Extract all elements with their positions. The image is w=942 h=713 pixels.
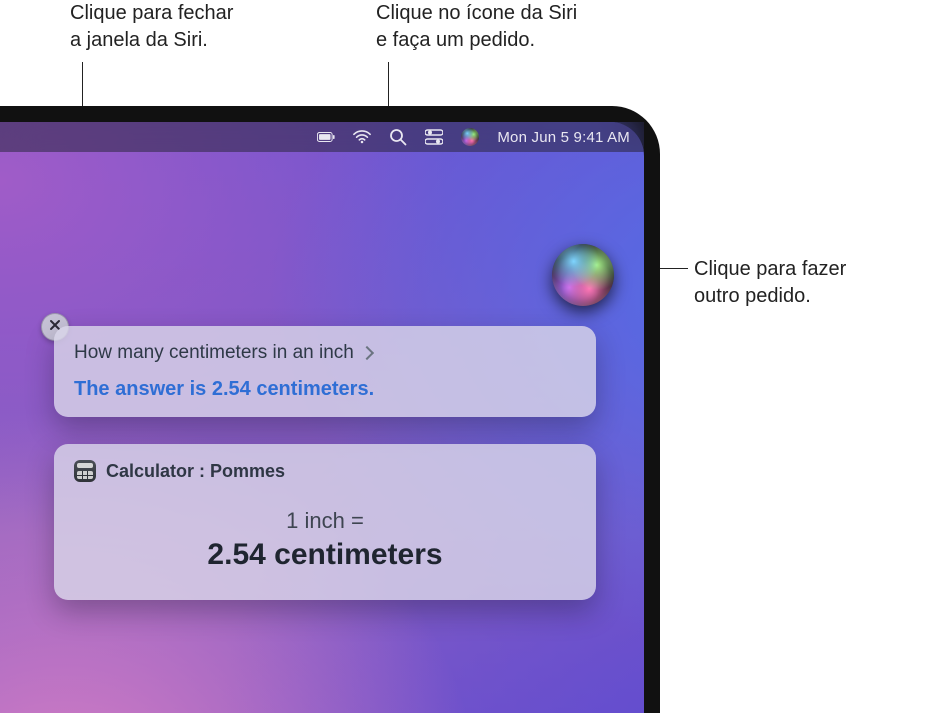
control-center-icon[interactable] [425, 128, 443, 146]
callout-close: Clique para fechar a janela da Siri. [70, 0, 233, 54]
menubar-clock[interactable]: Mon Jun 5 9:41 AM [497, 129, 630, 146]
calculator-line1: 1 inch = [74, 508, 576, 534]
calculator-icon [74, 460, 96, 482]
siri-orb-button[interactable] [552, 244, 614, 306]
callout-menubar-siri: Clique no ícone da Siri e faça um pedido… [376, 0, 577, 54]
callout-orb: Clique para fazer outro pedido. [694, 256, 846, 310]
menubar: Mon Jun 5 9:41 AM [0, 122, 644, 152]
calculator-card: Calculator : Pommes 1 inch = 2.54 centim… [54, 444, 596, 600]
siri-result-card: How many centimeters in an inch The answ… [54, 326, 596, 417]
battery-icon[interactable] [317, 128, 335, 146]
desktop-screen: Mon Jun 5 9:41 AM How many centimeters i… [0, 122, 644, 713]
calculator-title: Calculator : Pommes [106, 461, 285, 482]
search-icon[interactable] [389, 128, 407, 146]
device-frame: Mon Jun 5 9:41 AM How many centimeters i… [0, 106, 660, 713]
siri-icon[interactable] [461, 128, 479, 146]
siri-query-text: How many centimeters in an inch [74, 342, 354, 364]
calculator-header: Calculator : Pommes [74, 460, 576, 482]
siri-query-link[interactable]: How many centimeters in an inch [74, 342, 576, 364]
chevron-right-icon [360, 346, 374, 360]
wifi-icon[interactable] [353, 128, 371, 146]
siri-answer-text: The answer is 2.54 centimeters. [74, 378, 576, 401]
calculator-line2: 2.54 centimeters [74, 538, 576, 572]
